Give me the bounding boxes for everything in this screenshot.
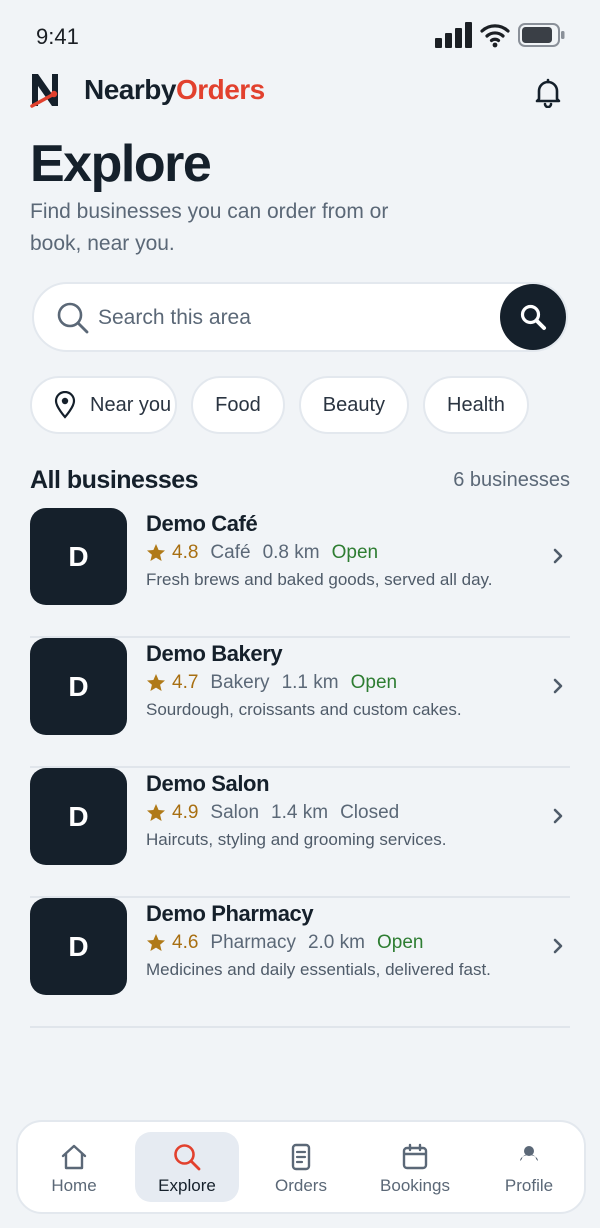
cellular-signal-icon	[435, 22, 472, 48]
location-pin-icon	[54, 391, 76, 419]
brand-name: NearbyOrders	[84, 74, 265, 106]
business-status: Open	[331, 542, 379, 563]
business-distance: 0.8 km	[262, 542, 320, 563]
business-name: Demo Bakery	[146, 641, 283, 666]
business-row[interactable]: D Demo Bakery 4.7 Bakery 1.1 km Open Sou…	[30, 638, 570, 768]
chevron-right-icon	[553, 808, 563, 824]
battery-icon	[518, 23, 565, 47]
brand-name-part2: Orders	[175, 74, 265, 105]
nav-label: Profile	[504, 1176, 554, 1195]
business-meta: 4.9 Salon 1.4 km Closed	[146, 802, 399, 824]
business-rating: 4.6	[172, 932, 199, 953]
notification-bell-icon[interactable]	[532, 76, 564, 108]
business-status: Closed	[340, 802, 400, 823]
section-title: All businesses	[30, 466, 199, 494]
star-icon	[147, 544, 165, 561]
search-icon	[57, 302, 89, 334]
business-distance: 2.0 km	[307, 932, 365, 953]
business-rating: 4.8	[172, 542, 199, 563]
business-name: Demo Pharmacy	[146, 901, 314, 926]
nav-item-bookings[interactable]: Bookings	[363, 1132, 467, 1202]
filter-chip-label: Health	[447, 393, 505, 416]
business-count: 6 businesses	[453, 469, 570, 491]
business-avatar: D	[30, 768, 127, 865]
business-avatar: D	[30, 638, 127, 735]
section-header: All businesses 6 businesses	[30, 464, 570, 498]
filter-chips: Near you Food Beauty Health	[30, 376, 529, 434]
business-row[interactable]: D Demo Café 4.8 Café 0.8 km Open Fresh b…	[30, 508, 570, 638]
chevron-right-icon	[553, 938, 563, 954]
business-category: Pharmacy	[210, 932, 296, 953]
search-icon	[174, 1144, 201, 1171]
nav-label: Home	[51, 1176, 97, 1195]
status-time: 9:41	[36, 24, 79, 49]
wifi-icon	[480, 24, 510, 48]
nav-label: Explore	[158, 1176, 216, 1195]
star-icon	[147, 804, 165, 821]
nav-label: Orders	[275, 1176, 327, 1195]
calendar-icon	[402, 1143, 428, 1170]
nav-item-profile[interactable]: Profile	[477, 1132, 581, 1202]
business-status: Open	[376, 932, 424, 953]
search-bar	[32, 282, 568, 352]
business-distance: 1.4 km	[271, 802, 329, 823]
search-button[interactable]	[500, 284, 566, 350]
nav-item-orders[interactable]: Orders	[249, 1132, 353, 1202]
business-rating: 4.7	[172, 672, 199, 693]
brand-name-part1: Nearby	[84, 74, 176, 105]
business-row[interactable]: D Demo Salon 4.9 Salon 1.4 km Closed Hai…	[30, 768, 570, 898]
business-name: Demo Café	[146, 511, 258, 536]
business-description: Haircuts, styling and grooming services.	[146, 830, 447, 849]
nav-item-home[interactable]: Home	[22, 1132, 126, 1202]
star-icon	[147, 674, 165, 691]
business-status: Open	[350, 672, 398, 693]
search-button-icon	[520, 304, 546, 330]
chevron-right-icon	[553, 678, 563, 694]
home-icon	[61, 1144, 87, 1170]
business-name: Demo Salon	[146, 771, 270, 796]
search-input[interactable]	[98, 298, 488, 338]
app-header: NearbyOrders	[30, 70, 570, 110]
business-distance: 1.1 km	[281, 672, 339, 693]
business-rating: 4.9	[172, 802, 199, 823]
star-icon	[147, 934, 165, 951]
business-description: Medicines and daily essentials, delivere…	[146, 960, 491, 979]
business-category: Salon	[210, 802, 260, 823]
business-description: Fresh brews and baked goods, served all …	[146, 570, 493, 589]
business-category: Café	[210, 542, 251, 563]
business-description: Sourdough, croissants and custom cakes.	[146, 700, 462, 719]
business-meta: 4.8 Café 0.8 km Open	[146, 542, 378, 564]
page-subtitle: Find businesses you can order from or bo…	[30, 200, 389, 255]
filter-chip-beauty[interactable]: Beauty	[298, 376, 410, 434]
chevron-right-icon	[553, 548, 563, 564]
filter-chip-label: Food	[215, 393, 261, 416]
brand-logo-icon	[30, 74, 58, 108]
business-list: D Demo Café 4.8 Café 0.8 km Open Fresh b…	[30, 508, 570, 1028]
filter-chip-food[interactable]: Food	[191, 376, 285, 434]
filter-chip-health[interactable]: Health	[423, 376, 529, 434]
filter-chip-label: Near you	[90, 393, 172, 416]
business-category: Bakery	[210, 672, 270, 693]
nav-label: Bookings	[380, 1176, 450, 1195]
business-avatar: D	[30, 508, 127, 605]
page-title: Explore	[30, 135, 212, 193]
nav-item-explore[interactable]: Explore	[135, 1132, 239, 1202]
status-icons	[435, 22, 566, 48]
business-row[interactable]: D Demo Pharmacy 4.6 Pharmacy 2.0 km Open…	[30, 898, 570, 1028]
receipt-icon	[291, 1143, 311, 1171]
filter-chip-label: Beauty	[322, 393, 386, 416]
business-meta: 4.6 Pharmacy 2.0 km Open	[146, 932, 423, 954]
business-avatar: D	[30, 898, 127, 995]
business-meta: 4.7 Bakery 1.1 km Open	[146, 672, 397, 694]
bottom-navigation: Home Explore Orders Bookings Profile	[16, 1120, 586, 1214]
profile-icon	[520, 1146, 538, 1161]
filter-chip-near-you[interactable]: Near you	[30, 376, 178, 434]
status-bar: 9:41	[0, 0, 600, 70]
